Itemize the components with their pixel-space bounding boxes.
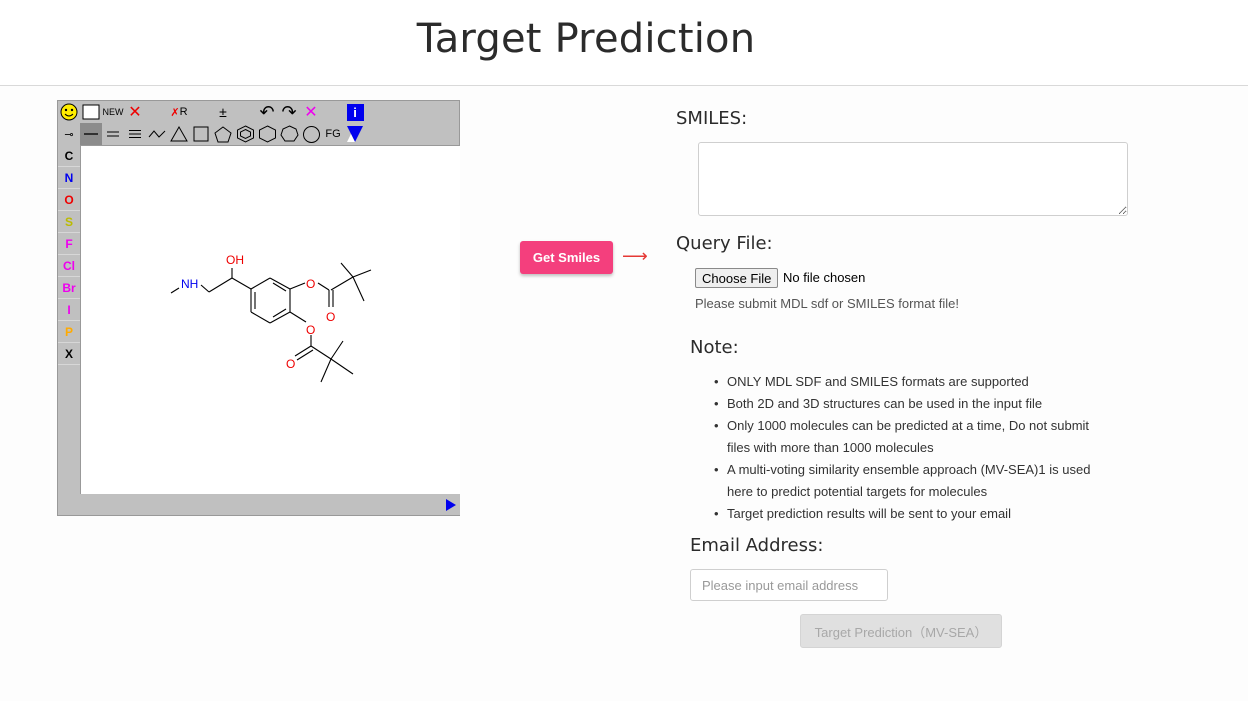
fg-button[interactable]: FG — [322, 123, 344, 145]
blank-frame-icon[interactable] — [80, 101, 102, 123]
stereo-bond-icon[interactable]: ⊸ — [58, 123, 80, 145]
atom-palette: C N O S F Cl Br I P X — [58, 145, 80, 365]
editor-status-bar — [80, 494, 460, 515]
editor-toolbar-top: NEW ✕ ✗ R ± ↶ ↷ ✕ i — [58, 101, 366, 123]
atom-label-nh: NH — [181, 277, 198, 291]
info-icon[interactable]: i — [344, 101, 366, 123]
choose-file-button[interactable]: Choose File — [695, 268, 779, 288]
atom-x-button[interactable]: X — [58, 343, 80, 365]
atom-label-o: O — [306, 323, 315, 337]
file-format-hint: Please submit MDL sdf or SMILES format f… — [695, 296, 959, 311]
atom-br-button[interactable]: Br — [58, 277, 80, 299]
page-title: Target Prediction — [416, 16, 756, 62]
list-item: Only 1000 molecules can be predicted at … — [708, 415, 1108, 459]
atom-o-button[interactable]: O — [58, 189, 80, 211]
atom-f-button[interactable]: F — [58, 233, 80, 255]
delete-group-icon[interactable]: ✗ R — [168, 101, 190, 123]
get-smiles-button[interactable]: Get Smiles — [520, 241, 613, 274]
double-bond-icon[interactable] — [102, 123, 124, 145]
note-list: ONLY MDL SDF and SMILES formats are supp… — [708, 371, 1108, 525]
note-label: Note: — [690, 337, 739, 358]
chain-icon[interactable] — [146, 123, 168, 145]
drawing-canvas[interactable]: NH OH O O O O — [80, 145, 460, 495]
play-icon[interactable] — [446, 499, 456, 511]
atom-label-o: O — [286, 357, 295, 371]
query-file-label: Query File: — [676, 233, 773, 254]
undo-icon[interactable]: ↶ — [256, 101, 278, 123]
atom-s-button[interactable]: S — [58, 211, 80, 233]
editor-toolbar-bonds: ⊸ FG — [58, 123, 366, 145]
triple-bond-icon[interactable] — [124, 123, 146, 145]
ring4-icon[interactable] — [190, 123, 212, 145]
list-item: ONLY MDL SDF and SMILES formats are supp… — [708, 371, 1108, 393]
email-label: Email Address: — [690, 535, 824, 556]
ring3-icon[interactable] — [168, 123, 190, 145]
smiles-label: SMILES: — [676, 108, 748, 129]
ring6-icon[interactable] — [256, 123, 278, 145]
list-item: Both 2D and 3D structures can be used in… — [708, 393, 1108, 415]
atom-cl-button[interactable]: Cl — [58, 255, 80, 277]
atom-i-button[interactable]: I — [58, 299, 80, 321]
molecule-editor[interactable]: NEW ✕ ✗R ± ↶ ↷ ✕ i ⊸ FG C N O S F Cl Br — [57, 100, 460, 516]
list-item: Target prediction results will be sent t… — [708, 503, 1108, 525]
ring8-icon[interactable] — [300, 123, 322, 145]
file-status: No file chosen — [783, 270, 866, 285]
atom-label-oh: OH — [226, 253, 244, 267]
smiles-input[interactable] — [698, 142, 1128, 216]
molecule-structure: NH OH O O O O — [170, 253, 372, 383]
target-prediction-button[interactable]: Target Prediction（MV-SEA） — [800, 614, 1002, 648]
atom-p-button[interactable]: P — [58, 321, 80, 343]
delete-icon[interactable]: ✕ — [124, 101, 146, 123]
charge-icon[interactable]: ± — [212, 101, 234, 123]
atom-label-o: O — [326, 310, 335, 324]
email-input[interactable] — [690, 569, 888, 601]
atom-label-o: O — [306, 277, 315, 291]
list-item: A multi-voting similarity ensemble appro… — [708, 459, 1108, 503]
clear-icon[interactable]: ✕ — [300, 101, 322, 123]
single-bond-icon[interactable] — [80, 123, 102, 145]
smiley-icon[interactable] — [58, 101, 80, 123]
new-button[interactable]: NEW — [102, 101, 124, 123]
redo-icon[interactable]: ↷ — [278, 101, 300, 123]
template-icon[interactable] — [344, 123, 366, 145]
atom-c-button[interactable]: C — [58, 145, 80, 167]
benzene-icon[interactable] — [234, 123, 256, 145]
arrow-right-icon: ⟶ — [622, 246, 648, 266]
ring5-icon[interactable] — [212, 123, 234, 145]
page-header: Target Prediction — [0, 0, 1248, 86]
atom-n-button[interactable]: N — [58, 167, 80, 189]
ring7-icon[interactable] — [278, 123, 300, 145]
